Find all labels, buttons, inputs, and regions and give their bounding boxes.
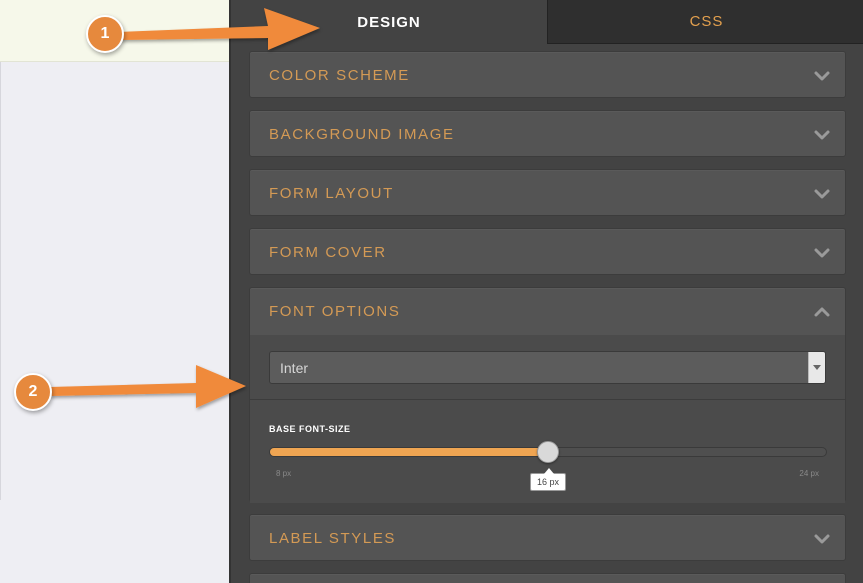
chevron-down-icon[interactable]	[813, 126, 831, 144]
section-font-options: FONT OPTIONS Inter BASE FONT-SIZE 16 px …	[249, 287, 846, 503]
form-preview-pane	[0, 0, 229, 583]
font-size-slider-fill	[270, 448, 548, 456]
form-designer-panel: DESIGN CSS COLOR SCHEME BACKGROUND IMAGE…	[229, 0, 863, 583]
section-title: COLOR SCHEME	[269, 67, 410, 84]
slider-min-label: 8 px	[276, 469, 292, 478]
font-family-value: Inter	[280, 359, 309, 376]
chevron-down-icon[interactable]	[813, 67, 831, 85]
chevron-down-icon[interactable]	[813, 185, 831, 203]
divider	[250, 399, 845, 400]
chevron-up-icon[interactable]	[813, 303, 831, 321]
section-form-cover[interactable]: FORM COVER	[249, 228, 846, 275]
chevron-down-icon[interactable]	[813, 244, 831, 262]
chevron-down-icon[interactable]	[813, 530, 831, 548]
section-header-form-layout[interactable]: FORM LAYOUT	[250, 170, 845, 217]
section-header-background-image[interactable]: BACKGROUND IMAGE	[250, 111, 845, 158]
section-header-label-styles[interactable]: LABEL STYLES	[250, 515, 845, 562]
section-title: FONT OPTIONS	[269, 303, 401, 320]
section-color-scheme[interactable]: COLOR SCHEME	[249, 51, 846, 98]
section-title: LABEL STYLES	[269, 530, 397, 547]
section-header-form-cover[interactable]: FORM COVER	[250, 229, 845, 276]
section-background-image[interactable]: BACKGROUND IMAGE	[249, 110, 846, 157]
preview-edge	[0, 62, 1, 500]
font-options-body: Inter BASE FONT-SIZE 16 px 8 px 24 px	[250, 335, 845, 503]
section-header-font-options[interactable]: FONT OPTIONS	[250, 288, 845, 335]
base-font-size-label: BASE FONT-SIZE	[269, 424, 351, 434]
section-title: FORM LAYOUT	[269, 185, 394, 202]
section-header-color-scheme[interactable]: COLOR SCHEME	[250, 52, 845, 99]
section-title: FORM COVER	[269, 244, 387, 261]
annotation-badge-1: 1	[86, 15, 124, 53]
section-next-peek	[249, 573, 846, 583]
font-size-slider-handle[interactable]	[537, 441, 559, 463]
section-title: BACKGROUND IMAGE	[269, 126, 455, 143]
designer-tabs: DESIGN CSS	[231, 0, 863, 44]
tab-design[interactable]: DESIGN	[231, 0, 547, 44]
font-family-select[interactable]: Inter	[269, 351, 826, 384]
annotation-badge-2: 2	[14, 373, 52, 411]
tab-css[interactable]: CSS	[547, 0, 863, 44]
section-form-layout[interactable]: FORM LAYOUT	[249, 169, 846, 216]
font-size-value-tooltip: 16 px	[530, 468, 566, 491]
section-label-styles[interactable]: LABEL STYLES	[249, 514, 846, 561]
slider-max-label: 24 px	[799, 469, 819, 478]
caret-down-icon[interactable]	[808, 352, 825, 383]
